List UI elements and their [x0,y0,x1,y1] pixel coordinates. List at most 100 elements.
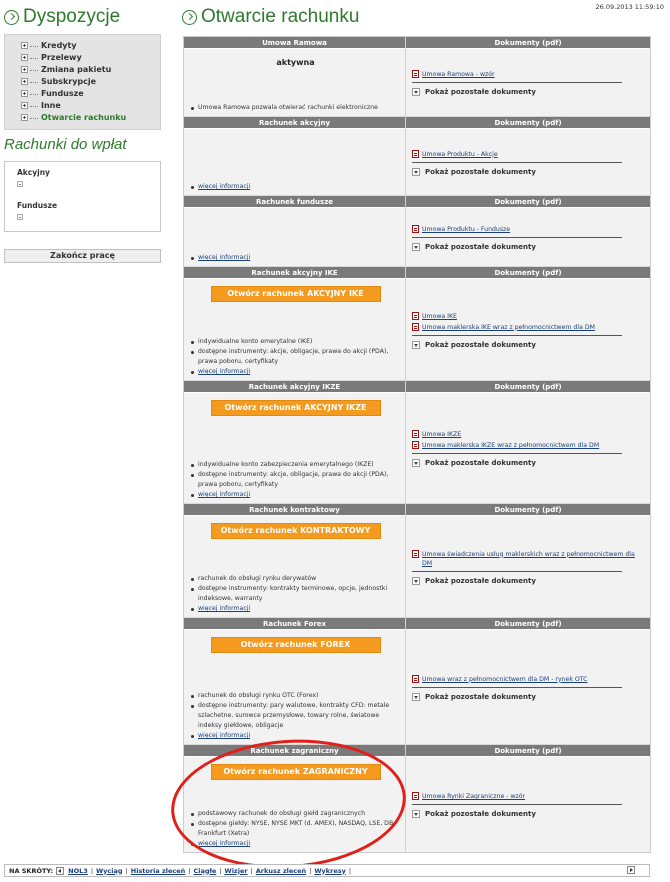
doc-link[interactable]: Umowa maklerska IKE wraz z pełnomocnictw… [412,322,646,332]
dispositions-menu: Kredyty Przelewy Zmiana pakietu Subskryp… [4,34,161,130]
expand-icon[interactable] [21,41,28,49]
list-item: podstawowy rachunek do obsługi giełd zag… [190,809,401,819]
menu-item-subskrypcje[interactable]: Subskrypcje [21,75,160,87]
expand-icon[interactable] [21,89,28,97]
menu-item-przelewy[interactable]: Przelewy [21,51,160,63]
doc-link[interactable]: Umowa Rynki Zagraniczne - wzór [412,792,646,801]
doc-link-label: Umowa świadczenia usług maklerskich wraz… [422,550,635,567]
expand-icon[interactable] [17,214,23,220]
show-more-docs[interactable]: Pokaż pozostałe dokumenty [412,88,646,96]
description-list: więcej informacji [190,253,401,263]
docs-header: Dokumenty (pdf) [406,196,650,208]
scroll-right-icon[interactable] [627,865,635,874]
doc-link-label: Umowa Rynki Zagraniczne - wzór [422,793,526,800]
pdf-icon [412,430,419,438]
more-info-link[interactable]: więcej informacji [190,367,401,377]
more-info-link-label[interactable]: więcej informacji [198,183,250,190]
more-info-link-label[interactable]: więcej informacji [198,368,250,375]
chevron-down-icon[interactable] [412,340,420,349]
expand-icon[interactable] [21,101,28,109]
doc-link[interactable]: Umowa IKE [412,311,646,321]
menu-item-label: Kredyty [41,40,77,50]
expand-icon[interactable] [21,77,28,85]
show-more-docs[interactable]: Pokaż pozostałe dokumenty [412,242,646,251]
show-more-docs[interactable]: Pokaż pozostałe dokumenty [412,167,646,176]
section-rachunek-forex: Rachunek Forex Otwórz rachunek FOREX rac… [184,618,650,745]
chevron-down-icon[interactable] [412,242,420,251]
chevron-down-icon[interactable] [412,88,420,96]
menu-item-otwarcie-rachunku[interactable]: Otwarcie rachunku [21,111,160,123]
description-list: rachunek do obsługi rynku derywatów dost… [190,574,401,614]
show-more-docs[interactable]: Pokaż pozostałe dokumenty [412,459,646,467]
more-info-link[interactable]: więcej informacji [190,731,401,741]
expand-icon[interactable] [21,65,28,73]
end-session-button[interactable]: Zakończ pracę [4,249,161,263]
divider [412,804,622,805]
shortcut-link-wyciag[interactable]: Wyciąg [96,867,123,875]
more-info-link[interactable]: więcej informacji [190,182,401,192]
deposit-accounts-title: Rachunki do wpłat [4,136,127,153]
divider [412,453,622,454]
open-account-forex-button[interactable]: Otwórz rachunek FOREX [210,637,381,653]
menu-item-inne[interactable]: Inne [21,99,160,111]
scroll-left-icon[interactable] [56,866,65,875]
open-account-ikze-button[interactable]: Otwórz rachunek AKCYJNY IKZE [210,400,381,416]
pdf-icon [412,311,419,320]
list-item: Umowa Ramowa pozwala otwierać rachunki e… [190,103,401,113]
menu-item-zmiana-pakietu[interactable]: Zmiana pakietu [21,63,160,75]
chevron-down-icon[interactable] [412,167,420,176]
open-account-zagraniczny-button[interactable]: Otwórz rachunek ZAGRANICZNY [210,764,381,780]
section-header: Umowa Ramowa [184,37,405,49]
shortcut-link-wykresy[interactable]: Wykresy [314,867,345,875]
more-info-link-label[interactable]: więcej informacji [198,732,250,739]
chevron-down-icon[interactable] [412,459,420,467]
doc-link[interactable]: Umowa świadczenia usług maklerskich wraz… [412,549,646,568]
chevron-down-icon[interactable] [412,810,420,818]
open-account-kontraktowy-button[interactable]: Otwórz rachunek KONTRAKTOWY [210,523,381,539]
chevron-down-icon[interactable] [412,576,420,585]
doc-link[interactable]: Umowa Produktu - Fundusze [412,224,646,234]
more-info-link[interactable]: więcej informacji [190,839,401,849]
pdf-icon [412,149,419,158]
show-more-docs[interactable]: Pokaż pozostałe dokumenty [412,340,646,349]
more-info-link[interactable]: więcej informacji [190,253,401,263]
show-more-docs-label: Pokaż pozostałe dokumenty [425,810,536,818]
show-more-docs[interactable]: Pokaż pozostałe dokumenty [412,576,646,585]
shortcut-link-nol3[interactable]: NOL3 [68,867,88,875]
shortcut-link-historia-zlecen[interactable]: Historia zleceń [131,867,186,875]
expand-icon[interactable] [21,113,28,121]
list-item: dostępne instrumenty: akcje, obligacje, … [190,470,401,490]
shortcut-link-ciagle[interactable]: Ciągłe [193,867,216,875]
expand-icon[interactable] [17,181,23,187]
menu-item-kredyty[interactable]: Kredyty [21,39,160,51]
doc-link[interactable]: Umowa IKZE [412,430,646,439]
more-info-link[interactable]: więcej informacji [190,490,401,500]
deposit-accounts-panel: Akcyjny Fundusze [4,161,161,232]
section-header: Rachunek akcyjny IKE [184,267,405,279]
expand-icon[interactable] [21,53,28,61]
menu-item-label: Inne [41,100,61,110]
doc-link-label: Umowa Produktu - Akcje [422,150,498,158]
shortcut-link-arkusz-zlecen[interactable]: Arkusz zleceń [256,867,306,875]
list-item: dostępne instrumenty: akcje, obligacje, … [190,347,401,367]
more-info-link-label[interactable]: więcej informacji [198,605,250,612]
more-info-link-label[interactable]: więcej informacji [198,491,250,498]
doc-link[interactable]: Umowa Produktu - Akcje [412,149,646,159]
show-more-docs[interactable]: Pokaż pozostałe dokumenty [412,692,646,701]
shortcut-link-wizjer[interactable]: Wizjer [225,867,248,875]
pdf-icon [412,674,419,683]
show-more-docs-label: Pokaż pozostałe dokumenty [425,459,536,467]
chevron-down-icon[interactable] [412,692,420,701]
more-info-link-label[interactable]: więcej informacji [198,254,250,261]
show-more-docs-label: Pokaż pozostałe dokumenty [425,88,536,96]
separator: | [90,866,94,875]
menu-item-fundusze[interactable]: Fundusze [21,87,160,99]
open-account-ike-button[interactable]: Otwórz rachunek AKCYJNY IKE [210,286,381,302]
more-info-link-label[interactable]: więcej informacji [198,840,250,847]
more-info-link[interactable]: więcej informacji [190,604,401,614]
doc-link[interactable]: Umowa maklerska IKZE wraz z pełnomocnict… [412,441,646,450]
show-more-docs[interactable]: Pokaż pozostałe dokumenty [412,810,646,818]
section-rachunek-ike: Rachunek akcyjny IKE Otwórz rachunek AKC… [184,267,650,381]
doc-link[interactable]: Umowa Ramowa - wzór [412,70,646,79]
doc-link[interactable]: Umowa wraz z pełnomocnictwem dla DM - ry… [412,674,646,684]
